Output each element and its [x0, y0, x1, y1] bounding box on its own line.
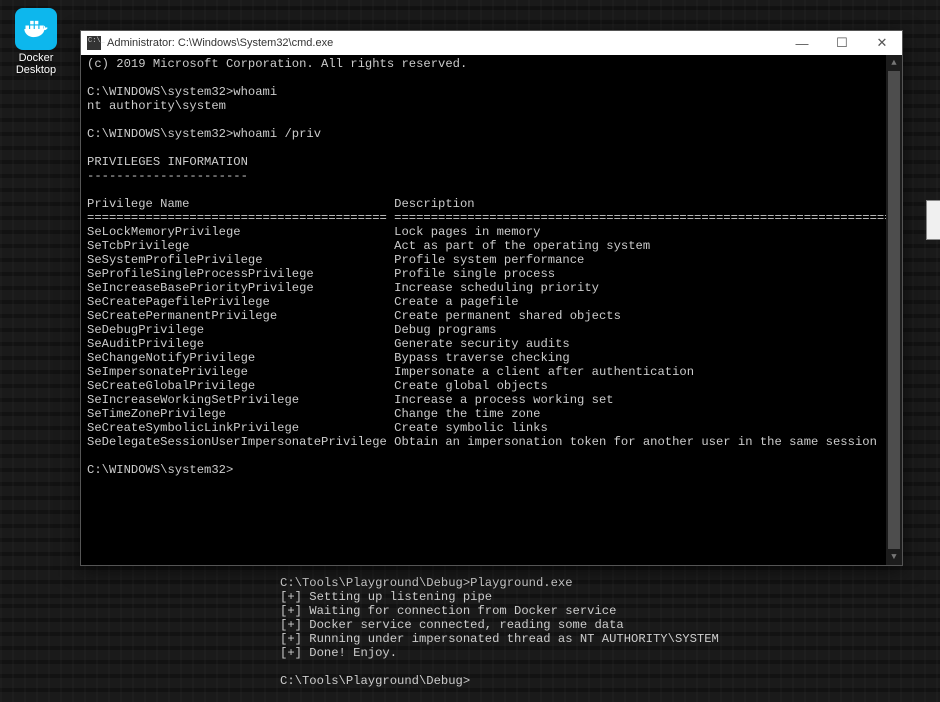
terminal-body[interactable]: (c) 2019 Microsoft Corporation. All righ… — [81, 55, 902, 565]
terminal-output: (c) 2019 Microsoft Corporation. All righ… — [81, 55, 902, 479]
scrollbar-track[interactable] — [886, 71, 902, 549]
scrollbar-thumb[interactable] — [888, 71, 900, 549]
scroll-up-arrow-icon[interactable]: ▲ — [886, 55, 902, 71]
titlebar[interactable]: Administrator: C:\Windows\System32\cmd.e… — [81, 31, 902, 55]
vertical-scrollbar[interactable]: ▲ ▼ — [886, 55, 902, 565]
background-terminal-output: C:\Tools\Playground\Debug>Playground.exe… — [280, 548, 920, 702]
cmd-window: Administrator: C:\Windows\System32\cmd.e… — [80, 30, 903, 566]
minimize-button[interactable]: — — [782, 31, 822, 55]
background-window-edge — [926, 200, 940, 240]
docker-icon — [15, 8, 57, 50]
scroll-down-arrow-icon[interactable]: ▼ — [886, 549, 902, 565]
cmd-icon — [87, 36, 101, 50]
desktop-icon-label: Docker Desktop — [6, 52, 66, 76]
window-title: Administrator: C:\Windows\System32\cmd.e… — [107, 37, 782, 49]
docker-desktop-shortcut[interactable]: Docker Desktop — [6, 8, 66, 76]
close-button[interactable]: ✕ — [862, 31, 902, 55]
maximize-button[interactable]: ☐ — [822, 31, 862, 55]
